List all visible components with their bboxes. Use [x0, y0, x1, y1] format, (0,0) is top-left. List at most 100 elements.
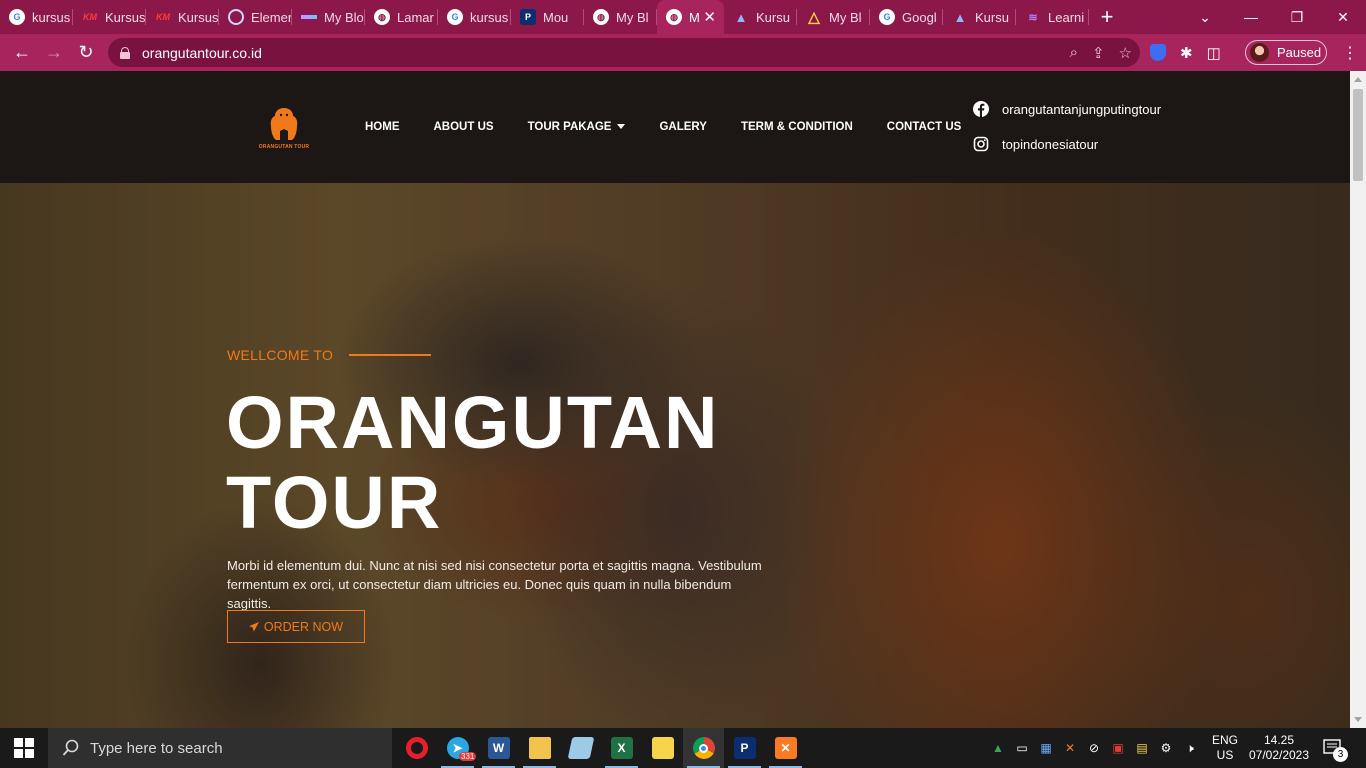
browser-tab[interactable]: ▲ Kursu — [724, 0, 797, 34]
browser-tab[interactable]: ≋ Learni — [1016, 0, 1089, 34]
restore-icon[interactable]: ❐ — [1274, 0, 1320, 34]
taskbar-search-input[interactable]: Type here to search — [48, 728, 392, 768]
notes-tray-icon[interactable]: ▤ — [1134, 740, 1150, 756]
bitwarden-icon[interactable] — [1150, 44, 1166, 61]
nav-tour-package-label: TOUR PAKAGE — [527, 121, 612, 133]
browser-tab[interactable]: KM Kursus — [73, 0, 146, 34]
xampp-icon[interactable]: ✕ — [765, 728, 806, 768]
avatar — [1250, 43, 1269, 62]
browser-tab[interactable]: ▲ Kursu — [943, 0, 1016, 34]
clock-date: 07/02/2023 — [1248, 748, 1310, 762]
url-text[interactable]: orangutantour.co.id — [142, 45, 262, 61]
new-tab-button[interactable]: + — [1089, 0, 1125, 34]
clock[interactable]: 14.25 07/02/2023 — [1244, 733, 1314, 763]
pcloud-p-icon[interactable]: P — [724, 728, 765, 768]
file-explorer-icon[interactable] — [519, 728, 560, 768]
nav-tour-package[interactable]: TOUR PAKAGE — [511, 121, 643, 133]
page-scrollbar[interactable] — [1350, 71, 1366, 728]
hero-title-line1: ORANGUTAN — [226, 381, 720, 464]
taskbar: Type here to search ➤ 331 W X P ✕ ▲ ▭ ▦ ✕… — [0, 728, 1366, 768]
fin-icon: ▲ — [953, 9, 967, 25]
minimize-icon[interactable]: — — [1228, 0, 1274, 34]
hero-section: WELLCOME TO ORANGUTAN TOUR Morbi id elem… — [0, 183, 1350, 728]
instagram-handle: topindonesiatour — [1002, 136, 1099, 152]
browser-tab[interactable]: ◍ Lamar — [365, 0, 438, 34]
lock-icon[interactable] — [120, 46, 130, 59]
facebook-handle: orangutantanjungputingtour — [1002, 101, 1162, 117]
close-window-icon[interactable]: ✕ — [1320, 0, 1366, 34]
scroll-down-icon[interactable] — [1354, 717, 1362, 722]
telegram-icon[interactable]: ➤ 331 — [437, 728, 478, 768]
facebook-link[interactable]: orangutantanjungputingtour — [973, 101, 1161, 117]
forward-icon[interactable]: → — [38, 37, 70, 69]
zoom-icon[interactable]: ⌕ — [1070, 44, 1078, 61]
browser-tab[interactable]: Gkursus — [0, 0, 73, 34]
browser-tab[interactable]: My Blo — [292, 0, 365, 34]
system-tray: ▲ ▭ ▦ ✕ ⊘ ▣ ▤ ⚙ 🕨 — [990, 728, 1198, 768]
browser-tab[interactable]: Elemen — [219, 0, 292, 34]
side-panel-icon[interactable]: ◫ — [1207, 44, 1221, 62]
sticky-notes-icon[interactable] — [642, 728, 683, 768]
reload-icon[interactable]: ↻ — [70, 37, 102, 69]
excel-icon[interactable]: X — [601, 728, 642, 768]
browser-toolbar: ← → ↻ orangutantour.co.id ⌕ ⇪ ☆ ✱ ◫ Paus… — [0, 34, 1366, 71]
browser-tab-active[interactable]: ◍ M ✕ — [657, 0, 724, 34]
security-tray-icon[interactable]: ▣ — [1110, 740, 1126, 756]
tab-strip: Gkursus KM Kursus KM Kursus Elemen My Blo … — [0, 0, 1366, 34]
main-nav: HOME ABOUT US TOUR PAKAGE GALERY TERM & … — [348, 71, 978, 183]
word-icon[interactable]: W — [478, 728, 519, 768]
globe-icon: ◍ — [666, 9, 682, 25]
app-tray-icon[interactable]: ▦ — [1038, 740, 1054, 756]
profile-button[interactable]: Paused — [1245, 40, 1327, 65]
notepad-icon[interactable] — [560, 728, 601, 768]
site-header: ORANGUTAN TOUR HOME ABOUT US TOUR PAKAGE… — [0, 71, 1350, 183]
browser-tab[interactable]: △ My Bl — [797, 0, 870, 34]
globe-icon: ◍ — [374, 9, 390, 25]
browser-tab[interactable]: KM Kursus — [146, 0, 219, 34]
language-indicator[interactable]: ENG US — [1212, 733, 1238, 763]
bookmark-star-icon[interactable]: ☆ — [1119, 44, 1132, 62]
wave-icon — [301, 15, 317, 19]
facebook-icon — [973, 101, 989, 117]
xampp-tray-icon[interactable]: ✕ — [1062, 740, 1078, 756]
clock-time: 14.25 — [1263, 733, 1295, 747]
hero-eyebrow: WELLCOME TO — [227, 347, 432, 363]
web-page: ORANGUTAN TOUR HOME ABOUT US TOUR PAKAGE… — [0, 71, 1350, 728]
chrome-icon[interactable] — [683, 728, 724, 768]
order-now-button[interactable]: ORDER NOW — [227, 610, 365, 643]
hero-description: Morbi id elementum dui. Nunc at nisi sed… — [227, 558, 762, 611]
tools-tray-icon[interactable]: ⚙ — [1158, 740, 1174, 756]
browser-tab[interactable]: P Mou — [511, 0, 584, 34]
browser-tab[interactable]: G Googl — [870, 0, 943, 34]
tab-search-icon[interactable]: ⌄ — [1182, 0, 1228, 34]
scroll-thumb[interactable] — [1353, 89, 1363, 181]
nav-terms[interactable]: TERM & CONDITION — [724, 121, 870, 133]
km-icon: KM — [156, 12, 170, 22]
google-drive-icon[interactable]: ▲ — [990, 740, 1006, 756]
volume-muted-icon[interactable]: 🕨 — [1182, 740, 1198, 756]
scroll-up-icon[interactable] — [1354, 77, 1362, 82]
windows-start-icon[interactable] — [0, 728, 48, 768]
extensions-puzzle-icon[interactable]: ✱ — [1180, 44, 1193, 62]
instagram-link[interactable]: topindonesiatour — [973, 136, 1098, 152]
display-icon[interactable]: ▭ — [1014, 740, 1030, 756]
address-bar[interactable]: orangutantour.co.id ⌕ ⇪ ☆ — [108, 38, 1140, 67]
nav-gallery[interactable]: GALERY — [642, 121, 724, 133]
google-icon: G — [9, 9, 25, 25]
p-icon: P — [520, 9, 536, 25]
site-logo[interactable]: ORANGUTAN TOUR — [255, 107, 313, 153]
nav-contact-us[interactable]: CONTACT US — [870, 121, 979, 133]
nav-home[interactable]: HOME — [348, 121, 417, 133]
paper-plane-icon — [248, 621, 259, 632]
nav-about-us[interactable]: ABOUT US — [417, 121, 511, 133]
lang-top: ENG — [1212, 733, 1239, 747]
fin-icon: ▲ — [734, 9, 748, 25]
opera-icon[interactable] — [396, 728, 437, 768]
share-icon[interactable]: ⇪ — [1092, 44, 1105, 62]
browser-tab[interactable]: Gkursus — [438, 0, 511, 34]
browser-tab[interactable]: ◍ My Bl — [584, 0, 657, 34]
network-icon[interactable]: ⊘ — [1086, 740, 1102, 756]
close-icon[interactable]: ✕ — [703, 8, 716, 26]
back-icon[interactable]: ← — [6, 37, 38, 69]
kebab-menu-icon[interactable]: ⋮ — [1340, 34, 1360, 71]
